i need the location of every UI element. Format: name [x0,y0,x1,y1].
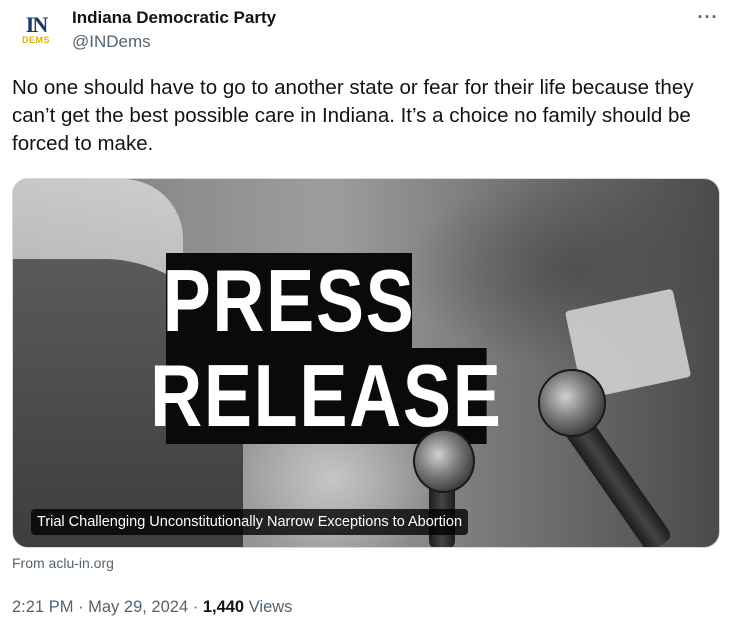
link-source[interactable]: From aclu-in.org [12,555,114,571]
author-info: Indiana Democratic Party @INDems [72,8,276,53]
tweet-time[interactable]: 2:21 PM [12,598,73,616]
avatar-logo-mark: IN [25,12,48,37]
meta-separator: · [78,598,84,616]
tweet-text: No one should have to go to another stat… [12,76,694,155]
avatar-logo-sub: DEMS [21,35,50,45]
media-caption: Trial Challenging Unconstitutionally Nar… [31,509,469,535]
meta-separator-2: · [192,598,199,616]
display-name[interactable]: Indiana Democratic Party [72,8,276,28]
microphone-center-icon [413,429,475,493]
headline-line-1: PRESS [162,251,416,350]
microphone-right-icon [538,369,606,437]
tweet-meta: 2:21 PM · May 29, 2024 · 1,440 Views [12,596,292,618]
media-card-image[interactable]: PRESS RELEASE Trial Challenging Unconsti… [12,178,720,548]
user-handle[interactable]: @INDems [72,31,276,53]
views-label: Views [248,598,293,616]
tweet-date[interactable]: May 29, 2024 [88,598,188,616]
more-options-icon[interactable]: ··· [695,4,721,30]
avatar[interactable]: IN DEMS [14,8,58,52]
views-count: 1,440 [202,598,245,616]
